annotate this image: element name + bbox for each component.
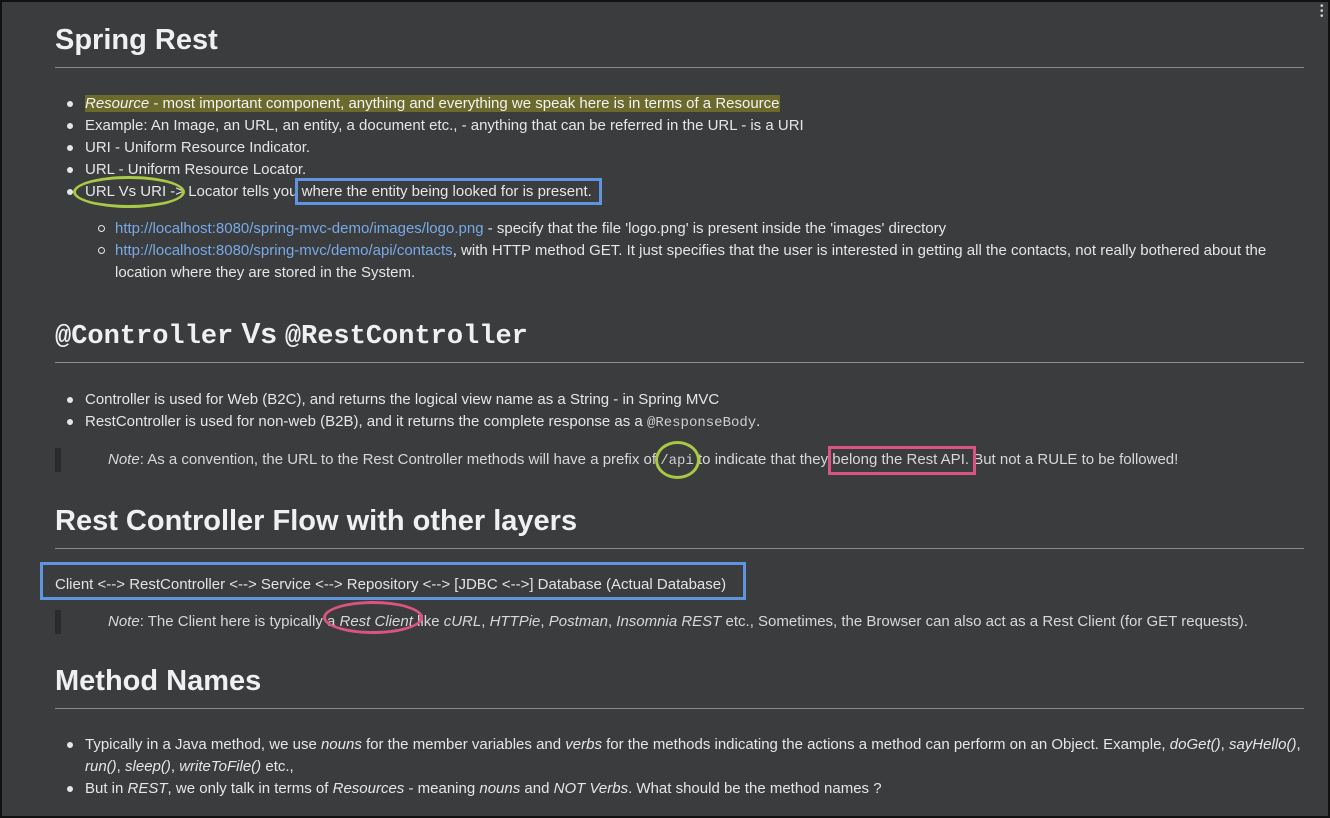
list-item: RestController is used for non-web (B2B)… (67, 411, 1295, 434)
annotation-circle-api-prefix (655, 441, 700, 479)
list-item: Controller is used for Web (B2C), and re… (67, 389, 1295, 411)
heading-rule (55, 548, 1304, 549)
note-text: Note: As a convention, the URL to the Re… (108, 451, 1179, 469)
heading-rule (55, 708, 1304, 709)
blockquote-bar (55, 448, 61, 472)
list-item: http://localhost:8080/spring-mvc/demo/ap… (98, 240, 1275, 284)
list-item: URL Vs URI -> Locator tells you where th… (67, 181, 1295, 203)
response-body-code: @ResponseBody (646, 415, 757, 431)
logo-url-link[interactable]: http://localhost:8080/spring-mvc-demo/im… (115, 220, 484, 237)
list-item: But in REST, we only talk in terms of Re… (67, 778, 1301, 800)
spring-rest-list: Resource - most important component, any… (67, 93, 1295, 203)
heading-rule (55, 67, 1304, 68)
annotation-box-entity-location (295, 178, 602, 205)
heading-method-names: Method Names (55, 665, 262, 697)
annotation-circle-url-vs-uri (73, 176, 185, 208)
resize-handle-icon[interactable]: • • • (1320, 2, 1328, 22)
controller-list: Controller is used for Web (B2C), and re… (67, 389, 1295, 434)
list-item: Resource - most important component, any… (67, 93, 1295, 115)
heading-rest-controller-flow: Rest Controller Flow with other layers (55, 505, 578, 537)
note-text: Note: The Client here is typically a Res… (108, 613, 1248, 630)
annotation-circle-rest-client (323, 601, 423, 634)
contacts-url-link[interactable]: http://localhost:8080/spring-mvc/demo/ap… (115, 242, 453, 259)
blockquote-bar (55, 610, 61, 634)
method-names-list: Typically in a Java method, we use nouns… (67, 734, 1301, 800)
heading-spring-rest: Spring Rest (55, 24, 218, 56)
list-item: Typically in a Java method, we use nouns… (67, 734, 1301, 778)
heading-rule (55, 362, 1304, 363)
heading-controller-vs-restcontroller: @Controller Vs @RestController (55, 318, 528, 352)
url-examples-list: http://localhost:8080/spring-mvc-demo/im… (98, 218, 1275, 284)
list-item: URI - Uniform Resource Indicator. (67, 137, 1295, 159)
highlighted-text: Resource - most important component, any… (85, 95, 780, 112)
list-item: http://localhost:8080/spring-mvc-demo/im… (98, 218, 1275, 240)
annotation-box-rest-api (828, 446, 976, 475)
list-item: URL - Uniform Resource Locator. (67, 159, 1295, 181)
annotation-box-flow (40, 562, 746, 600)
list-item: Example: An Image, an URL, an entity, a … (67, 115, 1295, 137)
